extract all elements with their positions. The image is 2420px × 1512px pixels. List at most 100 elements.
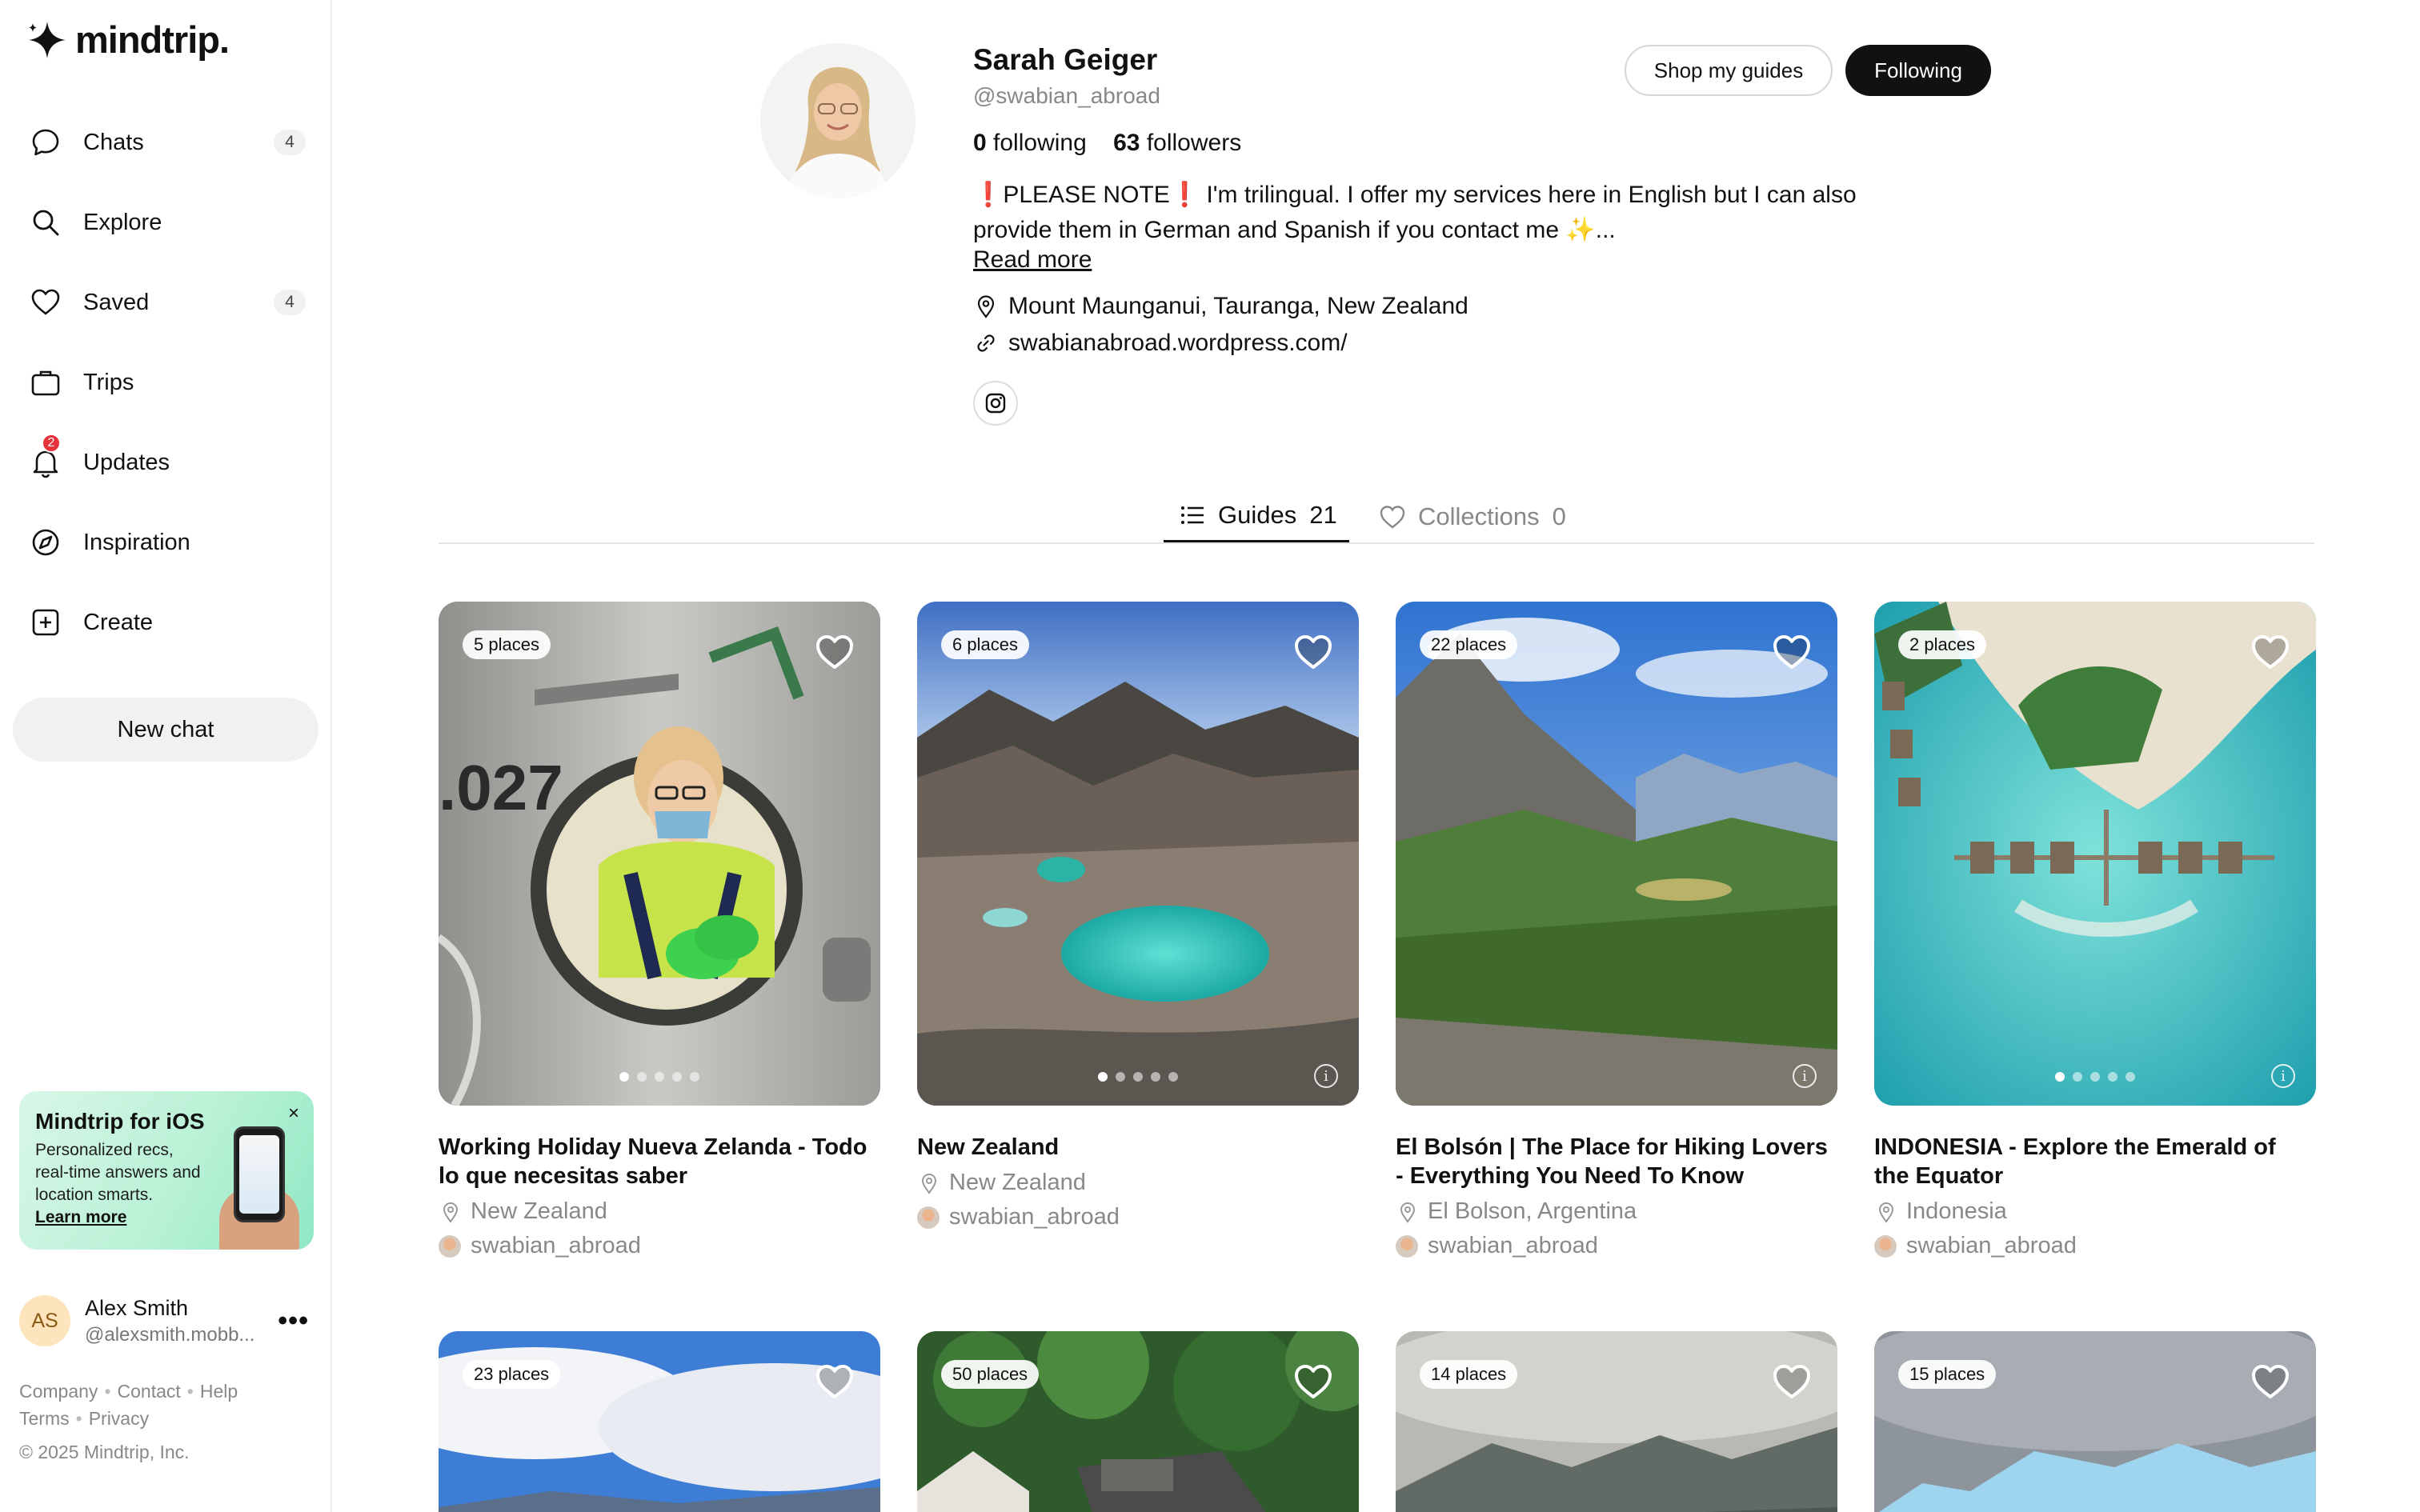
user-account[interactable]: AS Alex Smith @alexsmith.mobb... ••• xyxy=(19,1293,315,1349)
guide-author[interactable]: swabian_abroad xyxy=(1396,1233,1837,1259)
sidebar-item-label: Chats xyxy=(83,129,144,155)
save-heart-icon[interactable] xyxy=(1770,1360,1813,1403)
guide-card-image[interactable]: 2 places i xyxy=(1874,602,2316,1106)
search-icon xyxy=(27,204,64,241)
guide-title[interactable]: New Zealand xyxy=(917,1133,1359,1162)
sidebar-item-chats[interactable]: Chats 4 xyxy=(13,102,320,182)
save-heart-icon[interactable] xyxy=(2249,1360,2292,1403)
footer-link-privacy[interactable]: Privacy xyxy=(89,1408,149,1429)
sidebar: mindtrip. Chats 4 Explore Saved 4 Trips … xyxy=(0,0,332,1512)
following-stat[interactable]: 0 following xyxy=(973,130,1087,156)
location-pin-icon xyxy=(1878,1202,1894,1223)
guide-card[interactable]: 50 places xyxy=(917,1331,1359,1512)
guide-card[interactable]: 22 places i El Bolsón | The Place for Hi… xyxy=(1396,602,1837,1259)
guide-card-image[interactable]: 15 places xyxy=(1874,1331,2316,1512)
follow-stats: 0 following 63 followers xyxy=(973,130,1241,157)
guide-location: Indonesia xyxy=(1874,1198,2316,1225)
ios-promo-card: Mindtrip for iOS Personalized recs, real… xyxy=(19,1091,314,1250)
places-count-badge: 15 places xyxy=(1898,1360,1997,1389)
sparkle-logo-icon xyxy=(29,21,66,58)
places-count-badge: 5 places xyxy=(463,630,551,659)
sidebar-item-trips[interactable]: Trips xyxy=(13,342,320,422)
save-heart-icon[interactable] xyxy=(813,630,856,674)
info-icon[interactable]: i xyxy=(2271,1064,2295,1088)
guide-card[interactable]: 2 places i INDONESIA - Explore the Emera… xyxy=(1874,602,2316,1259)
author-avatar xyxy=(439,1234,461,1258)
guide-card-image[interactable]: 22 places i xyxy=(1396,602,1837,1106)
profile-location: Mount Maunganui, Tauranga, New Zealand xyxy=(973,293,1468,320)
footer-link-terms[interactable]: Terms xyxy=(19,1408,70,1429)
guide-title[interactable]: El Bolsón | The Place for Hiking Lovers … xyxy=(1396,1133,1837,1190)
guide-card[interactable]: 14 places xyxy=(1396,1331,1837,1512)
guide-card[interactable]: .027 5 places Working Holiday Nueva Zela… xyxy=(439,602,880,1259)
guide-author[interactable]: swabian_abroad xyxy=(1874,1233,2316,1259)
promo-body: Personalized recs, real-time answers and… xyxy=(35,1141,201,1204)
profile-website-link[interactable]: swabianabroad.wordpress.com/ xyxy=(973,330,1348,357)
tabs-divider xyxy=(439,542,2314,544)
sidebar-item-updates[interactable]: 2 Updates xyxy=(13,422,320,502)
guide-location: El Bolson, Argentina xyxy=(1396,1198,1837,1225)
guide-card[interactable]: 6 places i New Zealand New Zealand swabi… xyxy=(917,602,1359,1230)
guide-title[interactable]: Working Holiday Nueva Zelanda - Todo lo … xyxy=(439,1133,880,1190)
places-count-badge: 23 places xyxy=(463,1360,561,1389)
profile-name: Sarah Geiger xyxy=(973,43,1158,76)
guide-card-image[interactable]: 23 places xyxy=(439,1331,880,1512)
tab-guides-count: 21 xyxy=(1309,500,1337,529)
guide-author[interactable]: swabian_abroad xyxy=(439,1233,880,1259)
save-heart-icon[interactable] xyxy=(1292,630,1335,674)
places-count-badge: 22 places xyxy=(1420,630,1518,659)
footer-links: Company • Contact • Help Terms • Privacy xyxy=(19,1381,238,1429)
website-text: swabianabroad.wordpress.com/ xyxy=(1008,330,1348,356)
sidebar-item-saved[interactable]: Saved 4 xyxy=(13,262,320,342)
carousel-dots xyxy=(619,1072,699,1082)
heart-icon xyxy=(27,284,64,321)
new-chat-button[interactable]: New chat xyxy=(13,698,319,762)
save-heart-icon[interactable] xyxy=(1292,1360,1335,1403)
copyright: © 2025 Mindtrip, Inc. xyxy=(19,1442,190,1462)
location-pin-icon xyxy=(1400,1202,1416,1223)
instagram-button[interactable] xyxy=(973,381,1018,426)
profile-photo xyxy=(760,43,916,198)
sidebar-item-inspiration[interactable]: Inspiration xyxy=(13,502,320,582)
places-count-badge: 14 places xyxy=(1420,1360,1518,1389)
more-options-icon[interactable]: ••• xyxy=(278,1306,309,1337)
info-icon[interactable]: i xyxy=(1314,1064,1338,1088)
mindtrip-logo[interactable]: mindtrip. xyxy=(26,18,230,62)
instagram-icon xyxy=(985,393,1006,414)
sidebar-item-explore[interactable]: Explore xyxy=(13,182,320,262)
guide-card-image[interactable]: 6 places i xyxy=(917,602,1359,1106)
brand-name: mindtrip. xyxy=(75,18,230,61)
learn-more-link[interactable]: Learn more xyxy=(35,1208,126,1227)
profile-bio: ❗PLEASE NOTE❗ I'm trilingual. I offer my… xyxy=(973,178,1933,248)
save-heart-icon[interactable] xyxy=(1770,630,1813,674)
close-icon[interactable]: × xyxy=(288,1102,299,1125)
following-button[interactable]: Following xyxy=(1845,45,1991,96)
guide-card[interactable]: 23 places xyxy=(439,1331,880,1512)
author-avatar xyxy=(917,1206,940,1229)
sidebar-item-label: Trips xyxy=(83,369,134,395)
read-more-link[interactable]: Read more xyxy=(973,246,1092,274)
save-heart-icon[interactable] xyxy=(813,1360,856,1403)
footer-link-company[interactable]: Company xyxy=(19,1381,98,1402)
followers-stat[interactable]: 63 followers xyxy=(1113,130,1241,156)
info-icon[interactable]: i xyxy=(1793,1064,1817,1088)
shop-my-guides-button[interactable]: Shop my guides xyxy=(1625,45,1833,96)
guide-card-image[interactable]: 50 places xyxy=(917,1331,1359,1512)
tab-collections-count: 0 xyxy=(1552,502,1566,530)
tab-guides[interactable]: Guides 21 xyxy=(1164,490,1349,544)
save-heart-icon[interactable] xyxy=(2249,630,2292,674)
bio-line: ❗PLEASE NOTE❗ I'm trilingual. I offer my… xyxy=(973,182,1857,208)
user-text: Alex Smith @alexsmith.mobb... xyxy=(85,1296,254,1346)
author-avatar xyxy=(1396,1234,1418,1258)
notification-badge: 2 xyxy=(42,434,61,453)
guide-card[interactable]: 15 places xyxy=(1874,1331,2316,1512)
guide-title[interactable]: INDONESIA - Explore the Emerald of the E… xyxy=(1874,1133,2316,1190)
link-icon xyxy=(977,334,995,352)
tab-collections[interactable]: Collections 0 xyxy=(1378,490,1566,544)
footer-link-help[interactable]: Help xyxy=(200,1381,238,1402)
guide-author[interactable]: swabian_abroad xyxy=(917,1204,1359,1230)
footer-link-contact[interactable]: Contact xyxy=(118,1381,181,1402)
guide-card-image[interactable]: 14 places xyxy=(1396,1331,1837,1512)
sidebar-item-create[interactable]: Create xyxy=(13,582,320,662)
guide-card-image[interactable]: .027 5 places xyxy=(439,602,880,1106)
